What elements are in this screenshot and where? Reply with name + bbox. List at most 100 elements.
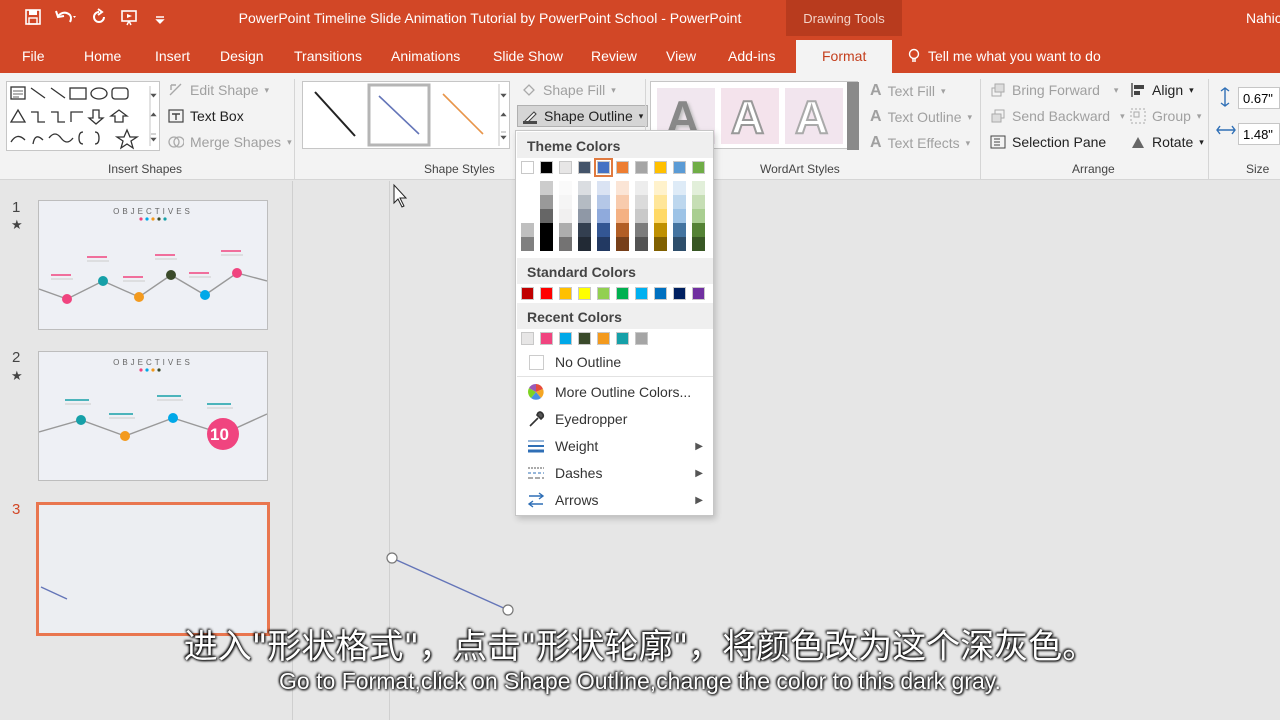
- standard-color-swatch[interactable]: [692, 287, 705, 300]
- theme-tint-swatch[interactable]: [597, 237, 610, 251]
- theme-tint-swatch[interactable]: [673, 195, 686, 209]
- tab-animations[interactable]: Animations: [391, 48, 460, 64]
- user-name[interactable]: Nahic: [1246, 10, 1280, 26]
- standard-color-swatch[interactable]: [597, 287, 610, 300]
- theme-tint-swatch[interactable]: [654, 209, 667, 223]
- theme-tint-swatch[interactable]: [616, 209, 629, 223]
- theme-tint-swatch[interactable]: [540, 181, 553, 195]
- theme-color-swatch[interactable]: [692, 161, 705, 174]
- theme-tint-swatch[interactable]: [521, 195, 534, 209]
- theme-tint-swatch[interactable]: [540, 223, 553, 237]
- standard-color-swatch[interactable]: [616, 287, 629, 300]
- theme-tint-swatch[interactable]: [540, 237, 553, 251]
- arrows-item[interactable]: Arrows ▶: [517, 488, 713, 512]
- tab-review[interactable]: Review: [591, 48, 637, 64]
- theme-tint-swatch[interactable]: [578, 181, 591, 195]
- theme-tint-swatch[interactable]: [635, 237, 648, 251]
- tab-slide-show[interactable]: Slide Show: [493, 48, 563, 64]
- theme-tint-swatch[interactable]: [635, 181, 648, 195]
- send-backward-button[interactable]: Send Backward ▾: [990, 108, 1125, 124]
- recent-color-swatch[interactable]: [597, 332, 610, 345]
- bring-forward-button[interactable]: Bring Forward ▾: [990, 82, 1118, 98]
- shapes-gallery[interactable]: [6, 81, 160, 151]
- theme-tint-swatch[interactable]: [521, 237, 534, 251]
- standard-color-swatch[interactable]: [654, 287, 667, 300]
- tab-transitions[interactable]: Transitions: [294, 48, 362, 64]
- theme-color-swatch[interactable]: [616, 161, 629, 174]
- tab-add-ins[interactable]: Add-ins: [728, 48, 775, 64]
- slide-thumbnail-3[interactable]: [36, 502, 270, 636]
- standard-color-swatch[interactable]: [578, 287, 591, 300]
- text-fill-button[interactable]: A Text Fill ▾: [870, 82, 946, 100]
- theme-tint-swatch[interactable]: [578, 223, 591, 237]
- theme-tint-swatch[interactable]: [578, 209, 591, 223]
- theme-color-swatch[interactable]: [673, 161, 686, 174]
- theme-tint-swatch[interactable]: [578, 237, 591, 251]
- theme-tint-swatch[interactable]: [654, 223, 667, 237]
- theme-tint-swatch[interactable]: [673, 209, 686, 223]
- theme-tint-swatch[interactable]: [597, 209, 610, 223]
- edit-shape-button[interactable]: Edit Shape ▾: [168, 82, 269, 98]
- theme-tint-swatch[interactable]: [692, 181, 705, 195]
- text-outline-button[interactable]: A Text Outline ▾: [870, 108, 972, 126]
- no-outline-item[interactable]: No Outline: [517, 350, 713, 374]
- tab-design[interactable]: Design: [220, 48, 264, 64]
- theme-tint-swatch[interactable]: [521, 181, 534, 195]
- style-blue-line[interactable]: [378, 95, 420, 135]
- theme-tint-swatch[interactable]: [616, 195, 629, 209]
- shape-outline-button[interactable]: Shape Outline ▾: [517, 105, 649, 127]
- theme-color-swatch[interactable]: [594, 158, 613, 177]
- theme-tint-swatch[interactable]: [635, 223, 648, 237]
- theme-tint-swatch[interactable]: [673, 181, 686, 195]
- tab-format[interactable]: Format: [796, 40, 893, 73]
- merge-shapes-button[interactable]: Merge Shapes ▾: [168, 134, 292, 150]
- theme-tint-swatch[interactable]: [692, 223, 705, 237]
- theme-tint-swatch[interactable]: [521, 209, 534, 223]
- theme-tint-swatch[interactable]: [578, 195, 591, 209]
- recent-color-swatch[interactable]: [521, 332, 534, 345]
- weight-item[interactable]: Weight ▶: [517, 434, 713, 458]
- standard-color-swatch[interactable]: [521, 287, 534, 300]
- theme-tint-swatch[interactable]: [597, 195, 610, 209]
- tab-insert[interactable]: Insert: [155, 48, 190, 64]
- slide-thumbnail-1[interactable]: OBJECTIVES: [38, 200, 268, 330]
- theme-tint-swatch[interactable]: [692, 195, 705, 209]
- shape-fill-button[interactable]: Shape Fill ▾: [521, 82, 616, 98]
- theme-tint-swatch[interactable]: [597, 223, 610, 237]
- theme-color-swatch[interactable]: [521, 161, 534, 174]
- theme-tint-swatch[interactable]: [654, 181, 667, 195]
- wordart-style-3[interactable]: A: [794, 90, 829, 144]
- slide-thumbnail-2[interactable]: OBJECTIVES 10: [38, 351, 268, 481]
- style-black-line[interactable]: [314, 91, 356, 137]
- theme-tint-swatch[interactable]: [692, 209, 705, 223]
- theme-tint-swatch[interactable]: [521, 223, 534, 237]
- style-orange-line[interactable]: [442, 93, 484, 135]
- rotate-button[interactable]: Rotate ▾: [1130, 134, 1204, 150]
- standard-color-swatch[interactable]: [540, 287, 553, 300]
- standard-color-swatch[interactable]: [635, 287, 648, 300]
- align-button[interactable]: Align ▾: [1130, 82, 1194, 98]
- theme-tint-swatch[interactable]: [654, 195, 667, 209]
- eyedropper-item[interactable]: Eyedropper: [517, 407, 713, 431]
- text-box-button[interactable]: Text Box: [168, 108, 244, 124]
- theme-tint-swatch[interactable]: [673, 223, 686, 237]
- group-button[interactable]: Group ▾: [1130, 108, 1201, 124]
- shape-width-input[interactable]: 1.48": [1238, 123, 1280, 145]
- theme-tint-swatch[interactable]: [597, 181, 610, 195]
- wordart-style-2[interactable]: A: [730, 90, 765, 144]
- theme-tint-swatch[interactable]: [635, 209, 648, 223]
- theme-tint-swatch[interactable]: [654, 237, 667, 251]
- more-outline-colors-item[interactable]: More Outline Colors...: [517, 380, 713, 404]
- theme-color-swatch[interactable]: [559, 161, 572, 174]
- theme-tint-swatch[interactable]: [540, 195, 553, 209]
- dashes-item[interactable]: Dashes ▶: [517, 461, 713, 485]
- selection-pane-button[interactable]: Selection Pane: [990, 134, 1106, 150]
- theme-tint-swatch[interactable]: [673, 237, 686, 251]
- tab-file[interactable]: File: [22, 48, 45, 64]
- theme-color-swatch[interactable]: [635, 161, 648, 174]
- standard-color-swatch[interactable]: [559, 287, 572, 300]
- recent-color-swatch[interactable]: [540, 332, 553, 345]
- recent-color-swatch[interactable]: [578, 332, 591, 345]
- theme-tint-swatch[interactable]: [559, 181, 572, 195]
- theme-color-swatch[interactable]: [578, 161, 591, 174]
